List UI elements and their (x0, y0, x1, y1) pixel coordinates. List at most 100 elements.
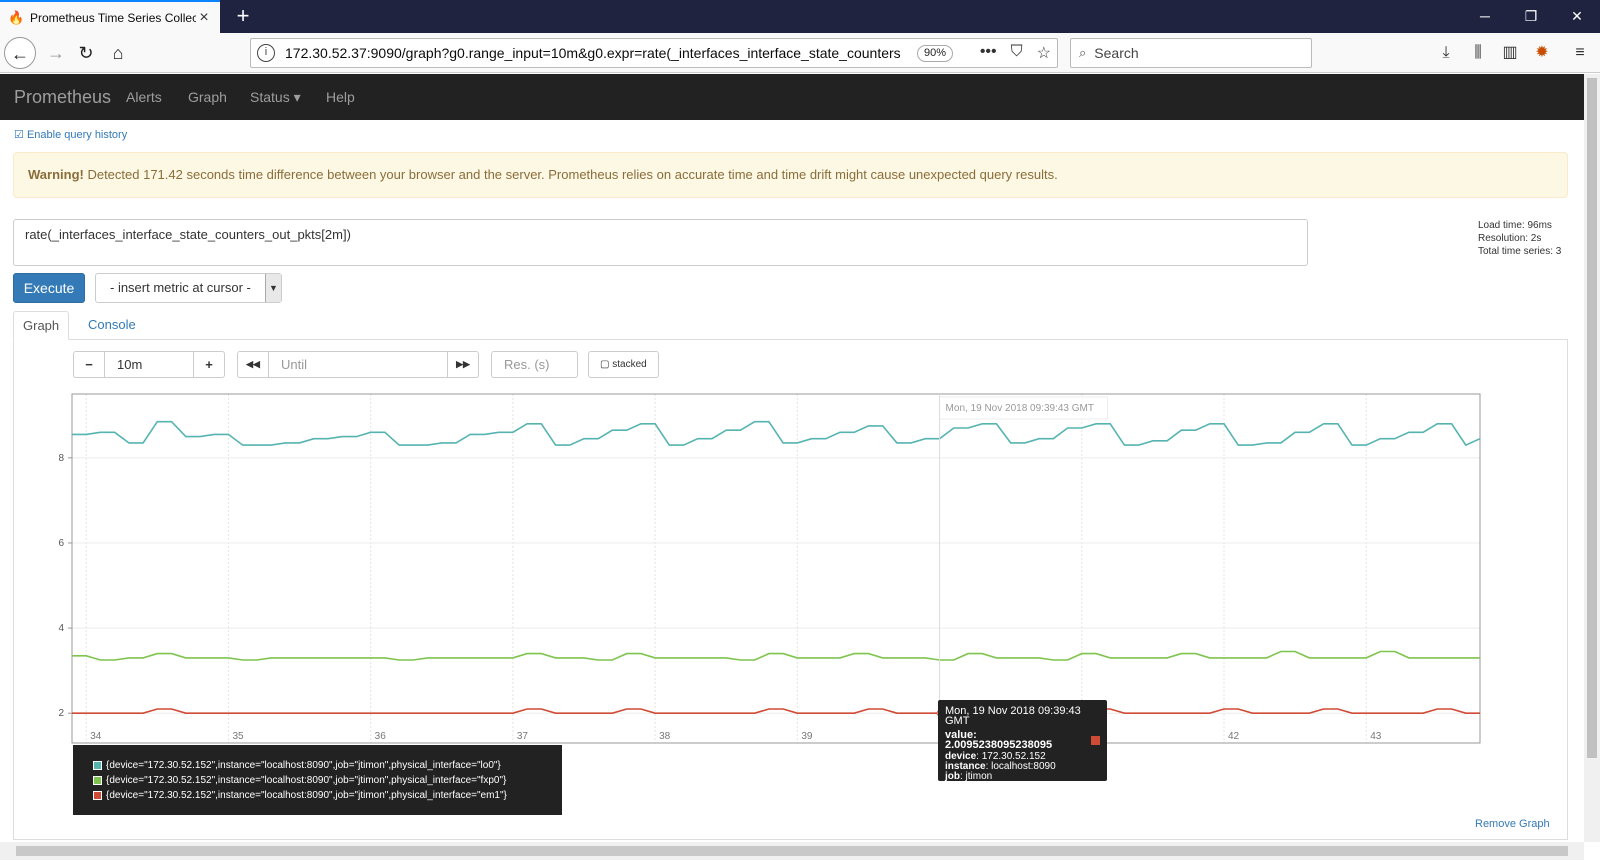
browser-toolbar: ← → ↻ ⌂ i 172.30.52.37:9090/graph?g0.ran… (0, 33, 1600, 73)
until-input[interactable]: Until (268, 351, 448, 378)
expression-input[interactable]: rate(_interfaces_interface_state_counter… (13, 219, 1308, 266)
y-axis-ticks: 2 4 6 8 (58, 453, 72, 719)
tooltip-swatch (1091, 735, 1100, 745)
x-axis-ticks: 34353637383940414243 (90, 731, 1382, 742)
stacked-label: stacked (612, 359, 647, 370)
series-line-2 (72, 708, 1480, 714)
time-drift-warning: Warning! Detected 171.42 seconds time di… (13, 152, 1568, 198)
search-icon: ⌕ (1079, 45, 1087, 60)
query-stats: Load time: 96ms Resolution: 2s Total tim… (1478, 219, 1561, 258)
execute-button[interactable]: Execute (13, 273, 85, 303)
warning-strong: Warning! (28, 167, 84, 182)
search-input[interactable]: Search (1094, 45, 1138, 61)
scroll-thumb[interactable] (1587, 78, 1597, 758)
brand-link[interactable]: Prometheus (14, 74, 111, 120)
load-time: Load time: 96ms (1478, 220, 1552, 231)
page-actions-icon[interactable]: ••• (980, 43, 997, 63)
tooltip-physical-interface: physical_interface: em1 (945, 781, 1058, 792)
vertical-scrollbar[interactable] (1584, 74, 1600, 842)
nav-status[interactable]: Status ▾ (250, 74, 301, 120)
browser-tab-strip: 🔥 Prometheus Time Series Collection × + … (0, 0, 1600, 33)
legend-item-lo0[interactable]: {device="172.30.52.152",instance="localh… (93, 758, 562, 773)
sidebar-icon[interactable]: ▥ (1498, 41, 1522, 65)
x-tick-label: 36 (375, 731, 387, 742)
menu-icon[interactable]: ≡ (1568, 41, 1592, 65)
time-back-button[interactable]: ◀◀ (237, 351, 269, 378)
resolution: Resolution: 2s (1478, 233, 1542, 244)
tab-graph[interactable]: Graph (13, 311, 70, 340)
reload-icon[interactable]: ↻ (70, 37, 102, 69)
home-icon[interactable]: ⌂ (102, 37, 134, 69)
restore-icon[interactable]: ❐ (1508, 0, 1554, 33)
prometheus-favicon-icon: 🔥 (8, 9, 25, 25)
legend-item-em1[interactable]: {device="172.30.52.152",instance="localh… (93, 788, 562, 803)
x-tick-label: 34 (90, 731, 102, 742)
range-input[interactable]: 10m (104, 351, 194, 378)
close-tab-icon[interactable]: × (196, 9, 212, 27)
view-tabs: Graph Console (13, 311, 1568, 340)
scroll-thumb[interactable] (16, 846, 1568, 856)
x-tick-label: 37 (517, 731, 529, 742)
tab-title: Prometheus Time Series Collection (30, 10, 196, 25)
back-arrow-icon[interactable]: ← (4, 37, 36, 69)
resolution-input[interactable]: Res. (s) (491, 351, 578, 378)
y-tick-label: 8 (58, 453, 64, 464)
library-icon[interactable]: ⫼ (1466, 41, 1490, 65)
range-decrease-button[interactable]: − (73, 351, 105, 378)
enable-query-history[interactable]: ☑ Enable query history (14, 128, 127, 141)
x-tick-label: 39 (801, 731, 813, 742)
tooltip-value: value: 2.0095238095238095 (945, 730, 1100, 751)
plot-frame (71, 393, 1481, 744)
hover-time-label: Mon, 19 Nov 2018 09:39:43 GMT (946, 403, 1094, 414)
remove-graph-link[interactable]: Remove Graph (1475, 818, 1550, 830)
downloads-icon[interactable]: ⤓ (1434, 41, 1458, 65)
grid-lines (72, 394, 1480, 743)
site-info-icon[interactable]: i (257, 44, 275, 62)
minimize-icon[interactable]: ─ (1462, 0, 1508, 33)
legend-swatch (93, 761, 102, 770)
legend-item-fxp0[interactable]: {device="172.30.52.152",instance="localh… (93, 773, 562, 788)
insert-metric-select[interactable]: - insert metric at cursor - ▼ (95, 273, 282, 303)
series-legend: {device="172.30.52.152",instance="localh… (73, 745, 562, 815)
extension-icon[interactable]: ✹ (1530, 41, 1554, 65)
legend-swatch (93, 791, 102, 800)
horizontal-scrollbar[interactable] (0, 842, 1584, 860)
forward-arrow-icon[interactable]: → (40, 37, 72, 69)
browser-tab[interactable]: 🔥 Prometheus Time Series Collection × (0, 0, 220, 33)
legend-swatch (93, 776, 102, 785)
y-tick-label: 6 (58, 538, 64, 549)
x-tick-label: 38 (659, 731, 671, 742)
new-tab-icon[interactable]: + (230, 3, 256, 29)
search-bar[interactable]: ⌕ Search (1070, 38, 1312, 68)
pocket-icon[interactable]: ⛉ (1011, 43, 1023, 63)
chevron-down-icon[interactable]: ▼ (265, 274, 281, 302)
tooltip-time: Mon, 19 Nov 2018 09:39:43 GMT (945, 705, 1081, 727)
prometheus-navbar: Prometheus Alerts Graph Status ▾ Help (0, 74, 1584, 120)
nav-help[interactable]: Help (326, 74, 355, 120)
time-series-chart[interactable]: 2468 34353637383940414243 Mon, 19 Nov 20… (50, 384, 1530, 759)
y-tick-label: 2 (58, 708, 64, 719)
metric-select-value: - insert metric at cursor - (110, 280, 251, 295)
x-tick-label: 35 (232, 731, 244, 742)
legend-label: {device="172.30.52.152",instance="localh… (106, 760, 501, 771)
checkbox-unchecked-icon: ▢ (600, 359, 610, 370)
tab-console[interactable]: Console (79, 311, 145, 340)
page-viewport: Prometheus Alerts Graph Status ▾ Help ☑ … (0, 74, 1584, 842)
history-label[interactable]: Enable query history (27, 129, 127, 141)
time-forward-button[interactable]: ▶▶ (447, 351, 479, 378)
checkbox-checked-icon: ☑ (14, 129, 24, 141)
x-tick-label: 43 (1370, 731, 1382, 742)
zoom-indicator[interactable]: 90% (917, 44, 954, 62)
legend-label: {device="172.30.52.152",instance="localh… (106, 790, 507, 801)
range-increase-button[interactable]: + (193, 351, 225, 378)
nav-graph[interactable]: Graph (188, 74, 227, 120)
url-text[interactable]: 172.30.52.37:9090/graph?g0.range_input=1… (285, 45, 905, 61)
graph-area[interactable]: 2468 34353637383940414243 Mon, 19 Nov 20… (50, 384, 1530, 759)
warning-text: Detected 171.42 seconds time difference … (83, 167, 1058, 182)
address-bar[interactable]: i 172.30.52.37:9090/graph?g0.range_input… (250, 38, 1058, 68)
window-close-icon[interactable]: ✕ (1554, 0, 1600, 33)
hover-tooltip: Mon, 19 Nov 2018 09:39:43 GMT value: 2.0… (938, 700, 1107, 792)
bookmark-star-icon[interactable]: ☆ (1037, 43, 1051, 63)
stacked-toggle[interactable]: ▢ stacked (588, 351, 659, 378)
nav-alerts[interactable]: Alerts (126, 74, 162, 120)
